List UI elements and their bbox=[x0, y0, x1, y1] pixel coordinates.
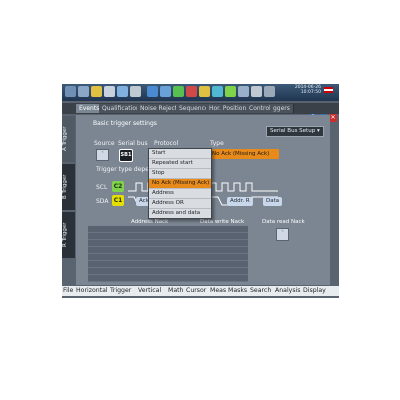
menu-horizontal[interactable]: Horizontal bbox=[76, 286, 108, 296]
source-label: Source bbox=[94, 140, 115, 147]
menu-item-stop[interactable]: Stop bbox=[149, 169, 211, 179]
menu-item-no-ack[interactable]: No Ack (Missing Ack) bbox=[149, 179, 211, 189]
menu-math[interactable]: Math bbox=[168, 286, 183, 296]
search-icon[interactable] bbox=[225, 86, 236, 97]
serial-bus-label: Serial bus bbox=[118, 140, 148, 147]
settings-icon[interactable] bbox=[264, 86, 275, 97]
clock-time: 10:07:50 bbox=[300, 90, 321, 95]
table-row bbox=[88, 226, 248, 233]
tab-triggers[interactable]: ggers bbox=[270, 104, 294, 113]
table-row bbox=[88, 275, 248, 282]
scl-channel-chip[interactable]: C2 bbox=[112, 181, 124, 192]
protocol-table bbox=[88, 226, 248, 282]
table-row bbox=[88, 254, 248, 261]
menu-item-address-or[interactable]: Address OR bbox=[149, 199, 211, 209]
menu-analysis[interactable]: Analysis bbox=[275, 286, 301, 296]
flag-icon bbox=[324, 87, 333, 93]
side-tab-a-trigger[interactable]: A Trigger bbox=[62, 116, 75, 162]
menu-display[interactable]: Display bbox=[303, 286, 326, 296]
sda-channel-chip[interactable]: C1 bbox=[112, 195, 124, 206]
addr-pill: Addr. R bbox=[227, 197, 253, 206]
serial-bus-setup-button[interactable]: Serial Bus Setup ▾ bbox=[266, 126, 324, 137]
save-icon[interactable] bbox=[104, 86, 115, 97]
zoom-icon[interactable] bbox=[147, 86, 158, 97]
menu-masks[interactable]: Masks bbox=[228, 286, 247, 296]
tab-hor-position[interactable]: Hor. Position bbox=[206, 104, 251, 113]
menu-vertical[interactable]: Vertical bbox=[138, 286, 161, 296]
protocol-menu: Start Repeated start Stop No Ack (Missin… bbox=[148, 148, 212, 219]
menu-search[interactable]: Search bbox=[250, 286, 271, 296]
home-icon[interactable] bbox=[65, 86, 76, 97]
scl-label: SCL bbox=[96, 184, 108, 191]
top-toolbar: 2014-06-26 10:07:50 bbox=[62, 84, 339, 101]
menu-item-start[interactable]: Start bbox=[149, 149, 211, 159]
table-row bbox=[88, 233, 248, 240]
type-value[interactable]: No Ack (Missing Ack) bbox=[209, 149, 279, 159]
serial-bus-setup-label: Serial Bus Setup bbox=[270, 128, 316, 134]
menu-item-repeated-start[interactable]: Repeated start bbox=[149, 159, 211, 169]
folder-icon[interactable] bbox=[91, 86, 102, 97]
side-tab-r-trigger[interactable]: R Trigger bbox=[62, 212, 75, 258]
data-read-nack-button[interactable]: ⌁ bbox=[276, 228, 289, 241]
table-row bbox=[88, 247, 248, 254]
data-write-nack-label: Data write Nack bbox=[200, 219, 245, 225]
menu-trigger[interactable]: Trigger bbox=[110, 286, 131, 296]
protocol-label: Protocol bbox=[154, 140, 179, 147]
menu-item-address-and-data[interactable]: Address and data bbox=[149, 209, 211, 218]
print-icon[interactable] bbox=[117, 86, 128, 97]
screenshot-icon[interactable] bbox=[130, 86, 141, 97]
touch-icon[interactable] bbox=[238, 86, 249, 97]
data-pill: Data bbox=[263, 197, 283, 206]
histogram-icon[interactable] bbox=[199, 86, 210, 97]
dialog-tabs: Events Qualification Noise Reject Sequen… bbox=[62, 103, 339, 122]
close-icon[interactable]: ✕ bbox=[329, 114, 337, 122]
section-title: Basic trigger settings bbox=[93, 120, 157, 127]
clock: 2014-06-26 10:07:50 bbox=[295, 85, 321, 95]
tab-noise-reject[interactable]: Noise Reject bbox=[137, 104, 182, 113]
bottom-menu-bar: File Horizontal Trigger Vertical Math Cu… bbox=[62, 286, 339, 296]
table-row bbox=[88, 268, 248, 275]
menu-cursor[interactable]: Cursor bbox=[186, 286, 206, 296]
menu-file[interactable]: File bbox=[63, 286, 73, 296]
menu-meas[interactable]: Meas bbox=[210, 286, 226, 296]
help-icon[interactable] bbox=[251, 86, 262, 97]
serial-bus-chip[interactable]: SB1 bbox=[119, 149, 133, 162]
address-nack-label: Address Nack bbox=[131, 219, 169, 225]
mask-icon[interactable] bbox=[186, 86, 197, 97]
table-row bbox=[88, 240, 248, 247]
measure-icon[interactable] bbox=[173, 86, 184, 97]
menu-item-address[interactable]: Address bbox=[149, 189, 211, 199]
data-read-nack-label: Data read Nack bbox=[262, 219, 305, 225]
side-tab-b-trigger[interactable]: B Trigger bbox=[62, 164, 75, 210]
fft-icon[interactable] bbox=[212, 86, 223, 97]
source-button[interactable]: ⌁ bbox=[96, 149, 109, 161]
sda-label: SDA bbox=[96, 198, 109, 205]
chevron-down-icon: ▾ bbox=[316, 128, 320, 134]
undo-icon[interactable] bbox=[78, 86, 89, 97]
table-row bbox=[88, 261, 248, 268]
cursor-icon[interactable] bbox=[160, 86, 171, 97]
type-label: Type bbox=[210, 140, 224, 147]
